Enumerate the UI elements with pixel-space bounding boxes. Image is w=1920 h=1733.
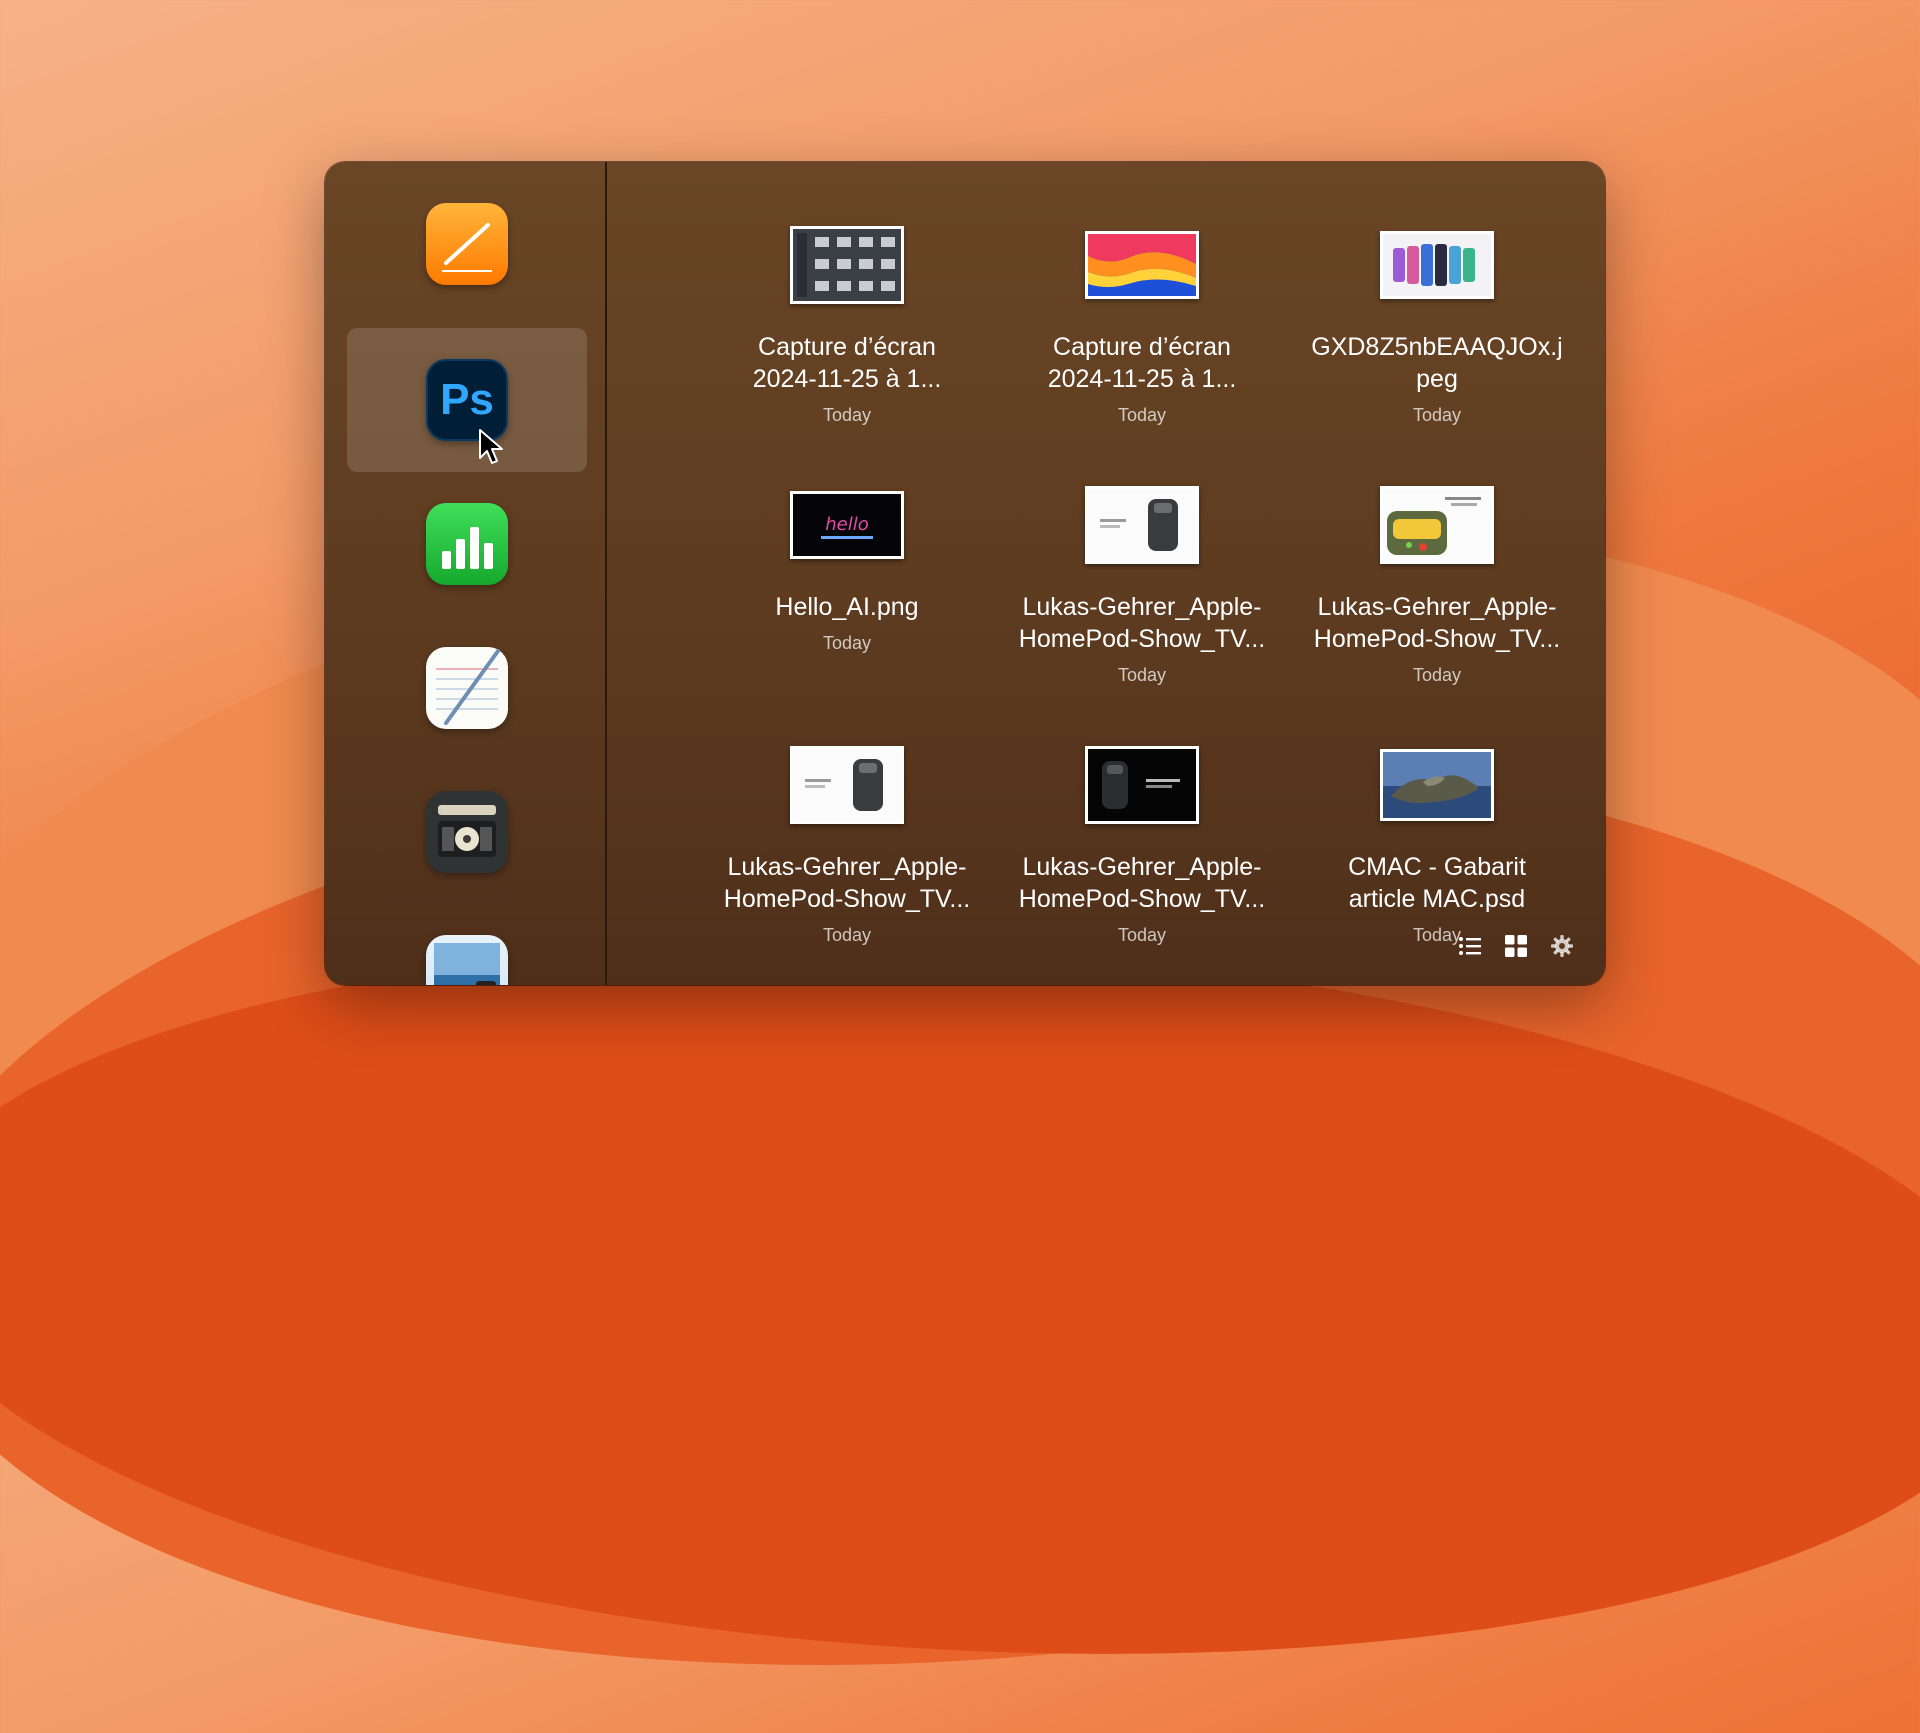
file-name: Lukas-Gehrer_Apple- HomePod-Show_TV... bbox=[1313, 593, 1561, 653]
file-date: Today bbox=[1117, 665, 1167, 685]
file-thumbnail bbox=[1085, 486, 1199, 564]
file-date: Today bbox=[1117, 405, 1167, 425]
app-photoshop[interactable]: Ps bbox=[347, 328, 587, 472]
app-numbers[interactable] bbox=[347, 472, 587, 616]
file-date: Today bbox=[822, 405, 872, 425]
file-name: Capture d’écran 2024-11-25 à 1... bbox=[1047, 333, 1237, 393]
app-preview[interactable] bbox=[347, 904, 587, 985]
numbers-icon bbox=[426, 503, 508, 585]
mouse-cursor-icon bbox=[479, 429, 503, 464]
photoshop-icon-label: Ps bbox=[440, 375, 494, 424]
recent-files-panel: Ps Capture d’écran 2024-11-25 à 1... Tod… bbox=[325, 162, 1605, 985]
file-date: Today bbox=[1117, 925, 1167, 945]
file-thumbnail bbox=[790, 226, 904, 304]
file-item[interactable]: Lukas-Gehrer_Apple- HomePod-Show_TV... T… bbox=[1297, 485, 1577, 686]
preview-icon bbox=[426, 935, 508, 985]
textedit-icon bbox=[426, 647, 508, 729]
file-item[interactable]: Lukas-Gehrer_Apple- HomePod-Show_TV... T… bbox=[707, 745, 987, 946]
file-name: Lukas-Gehrer_Apple- HomePod-Show_TV... bbox=[1018, 853, 1266, 913]
file-date: Today bbox=[1412, 405, 1462, 425]
gear-icon[interactable] bbox=[1549, 933, 1575, 959]
pages-icon bbox=[426, 203, 508, 285]
app-textedit[interactable] bbox=[347, 616, 587, 760]
app-sound[interactable] bbox=[347, 760, 587, 904]
file-item[interactable]: GXD8Z5nbEAAQJOx.j peg Today bbox=[1297, 225, 1577, 426]
file-date: Today bbox=[822, 925, 872, 945]
file-name: Hello_AI.png bbox=[775, 593, 919, 621]
file-item[interactable]: Capture d’écran 2024-11-25 à 1... Today bbox=[707, 225, 987, 426]
file-name: Capture d’écran 2024-11-25 à 1... bbox=[752, 333, 942, 393]
file-thumbnail bbox=[790, 746, 904, 824]
svg-text:hello: hello bbox=[825, 514, 869, 535]
files-grid: Capture d’écran 2024-11-25 à 1... Today … bbox=[607, 162, 1605, 985]
file-item[interactable]: hello Hello_AI.png Today bbox=[707, 485, 987, 654]
file-date: Today bbox=[1412, 665, 1462, 685]
file-thumbnail bbox=[1380, 231, 1494, 299]
view-toolbar bbox=[1457, 933, 1575, 959]
sound-app-icon bbox=[426, 791, 508, 873]
app-pages[interactable] bbox=[347, 172, 587, 316]
file-item[interactable]: Lukas-Gehrer_Apple- HomePod-Show_TV... T… bbox=[1002, 745, 1282, 946]
grid-view-icon[interactable] bbox=[1503, 933, 1529, 959]
file-name: GXD8Z5nbEAAQJOx.j peg bbox=[1311, 333, 1563, 393]
file-name: Lukas-Gehrer_Apple- HomePod-Show_TV... bbox=[723, 853, 971, 913]
app-sidebar: Ps bbox=[325, 162, 607, 985]
list-view-icon[interactable] bbox=[1457, 933, 1483, 959]
file-date: Today bbox=[822, 633, 872, 653]
file-thumbnail: hello bbox=[790, 491, 904, 559]
file-item[interactable]: Lukas-Gehrer_Apple- HomePod-Show_TV... T… bbox=[1002, 485, 1282, 686]
file-name: Lukas-Gehrer_Apple- HomePod-Show_TV... bbox=[1018, 593, 1266, 653]
file-item[interactable]: Capture d’écran 2024-11-25 à 1... Today bbox=[1002, 225, 1282, 426]
file-item[interactable]: CMAC - Gabarit article MAC.psd Today bbox=[1297, 745, 1577, 946]
file-thumbnail bbox=[1380, 486, 1494, 564]
file-thumbnail bbox=[1380, 749, 1494, 821]
file-thumbnail bbox=[1085, 746, 1199, 824]
file-thumbnail bbox=[1085, 231, 1199, 299]
file-name: CMAC - Gabarit article MAC.psd bbox=[1348, 853, 1526, 913]
